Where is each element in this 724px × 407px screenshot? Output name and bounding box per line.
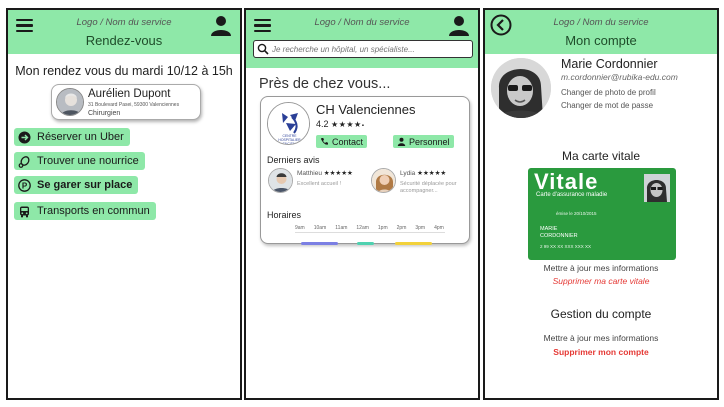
doctor-card[interactable]: Aurélien Dupont 31 Boulevard Pasei, 5930… [51,84,201,120]
reviewer-name: Matthieu ★★★★★ [297,169,353,177]
search-input[interactable] [272,44,467,54]
reviewer-name-text: Lydia [400,170,416,177]
svg-text:P: P [22,181,28,190]
update-card-link[interactable]: Mettre à jour mes informations [485,263,717,273]
review-text: Sécurité déplacée pour accompagner... [400,181,457,194]
service-logo: Logo / Nom du service [553,17,649,28]
transport-button[interactable]: Transports en commun [14,202,156,220]
reviews-title: Derniers avis [267,155,320,165]
hour-label: 3pm [415,225,426,231]
hours-bar-morning [301,242,338,245]
screen-rendez-vous: Logo / Nom du service Rendez-vous Mon re… [6,8,242,400]
uber-icon [18,131,31,144]
contact-label: Contact [332,136,364,147]
hour-label: 9am [295,225,305,231]
person-icon [397,137,406,146]
reviewer-avatar [371,168,396,193]
hospital-name: CH Valenciennes [316,102,416,117]
hour-label: 10am [313,225,327,231]
near-you-title: Près de chez vous... [259,76,391,92]
header: Logo / Nom du service Mon compte [485,10,717,54]
service-logo: Logo / Nom du service [76,17,172,28]
hours-axis: 9am 10am 11am 12am 1pm 2pm 3pm 4pm [295,225,444,231]
review-stars: ★★★★★ [323,170,353,177]
screen-account: Logo / Nom du service Mon compte Marie C… [483,8,719,400]
change-photo-link[interactable]: Changer de photo de profil [561,88,656,97]
doctor-name: Aurélien Dupont [88,88,171,100]
vitale-issued: émise le 20/10/2015 [556,211,597,216]
hour-label: 1pm [377,225,388,231]
hours-divider [295,232,445,233]
vitale-subtitle: Carte d'assurance maladie [536,192,608,198]
profile-email: m.cordonnier@rubika-edu.com [561,72,678,82]
reviewer-name-text: Matthieu [297,170,322,177]
parking-button[interactable]: P Se garer sur place [14,176,139,194]
transport-label: Transports en commun [37,205,150,217]
service-logo: Logo / Nom du service [314,17,410,28]
profile-avatar[interactable] [491,58,551,118]
change-password-link[interactable]: Changer de mot de passe [561,101,653,110]
page-title: Rendez-vous [85,33,163,48]
appointment-title: Mon rendez vous du mardi 10/12 à 15h [15,64,233,78]
profile-name: Marie Cordonnier [561,57,658,71]
hour-label: 4pm [434,225,444,231]
vitale-photo [644,174,670,202]
bus-icon [18,205,31,218]
uber-button[interactable]: Réserver un Uber [14,128,130,146]
hospital-rating: 4.2 ★★★★▪ [316,119,364,129]
vitale-card-title: Ma carte vitale [561,149,641,163]
hospital-logo-text: CENTRE HOSPITALIER VALENCIENNES [276,134,303,145]
uber-label: Réserver un Uber [37,131,124,143]
page-title: Mon compte [565,33,637,48]
hour-label: 2pm [396,225,407,231]
header: Logo / Nom du service [246,10,478,68]
pacifier-icon [18,155,31,168]
rating-value: 4.2 [316,119,329,129]
vitale-holder-last: CORDONNIER [540,233,578,239]
delete-card-link[interactable]: Supprimer ma carte vitale [485,276,717,286]
doctor-avatar [56,88,84,116]
hospital-logo: CENTRE HOSPITALIER VALENCIENNES [267,102,310,145]
review-text: Excellent accueil ! [297,181,342,187]
staff-button[interactable]: Personnel [393,135,454,148]
user-icon[interactable] [448,14,470,36]
rating-stars: ★★★★ [331,120,362,129]
account-management-title: Gestion du compte [550,307,652,321]
header: Logo / Nom du service Rendez-vous [8,10,240,54]
hours-title: Horaires [267,210,302,220]
doctor-role: Chirurgien [88,110,121,117]
hospital-card[interactable]: CENTRE HOSPITALIER VALENCIENNES CH Valen… [260,96,470,245]
hours-bar-midday [357,242,374,245]
update-account-link[interactable]: Mettre à jour mes informations [485,333,717,343]
review-stars: ★★★★★ [417,170,447,177]
vitale-holder: MARIE CORDONNIER [540,226,578,240]
nanny-button[interactable]: Trouver une nourrice [14,152,145,170]
search-icon [257,43,269,55]
vitale-holder-first: MARIE [540,226,558,232]
user-icon[interactable] [210,14,232,36]
hour-label: 11am [335,225,348,231]
vitale-number: 2 99 XX XX XXX XXX XX [540,244,592,249]
hours-bar-afternoon [395,242,432,245]
doctor-address: 31 Boulevard Pasei, 59300 Valenciennes [88,102,180,108]
delete-account-link[interactable]: Supprimer mon compte [485,347,717,357]
contact-button[interactable]: Contact [316,135,368,148]
parking-label: Se garer sur place [37,179,133,191]
phone-icon [321,138,328,145]
vitale-card: Vitale Carte d'assurance maladie émise l… [528,168,676,260]
staff-label: Personnel [409,136,450,147]
parking-icon: P [18,178,31,192]
screen-search: Logo / Nom du service Près de chez vous.… [244,8,480,400]
nanny-label: Trouver une nourrice [37,155,139,167]
hour-label: 12am [356,225,369,231]
search-bar[interactable] [253,40,473,58]
reviewer-avatar [268,168,293,193]
reviewer-name: Lydia ★★★★★ [400,169,446,177]
